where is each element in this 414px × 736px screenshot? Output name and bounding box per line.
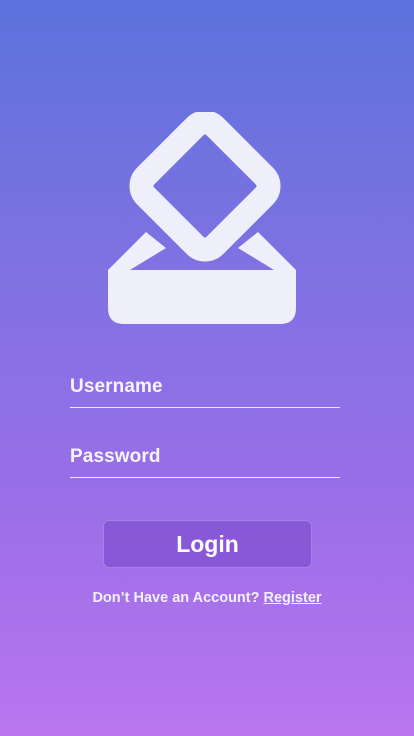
login-button[interactable]: Login: [103, 520, 312, 568]
register-link[interactable]: Register: [264, 590, 322, 606]
password-underline: [70, 477, 340, 478]
register-prompt: Don’t Have an Account? Register: [0, 590, 414, 606]
password-field[interactable]: Password: [70, 445, 340, 478]
username-field[interactable]: Username: [70, 375, 340, 408]
username-underline: [70, 407, 340, 408]
register-prompt-text: Don’t Have an Account?: [92, 590, 260, 606]
username-label: Username: [70, 376, 163, 397]
password-label: Password: [70, 446, 161, 467]
inbox-tray-icon: [108, 112, 296, 324]
